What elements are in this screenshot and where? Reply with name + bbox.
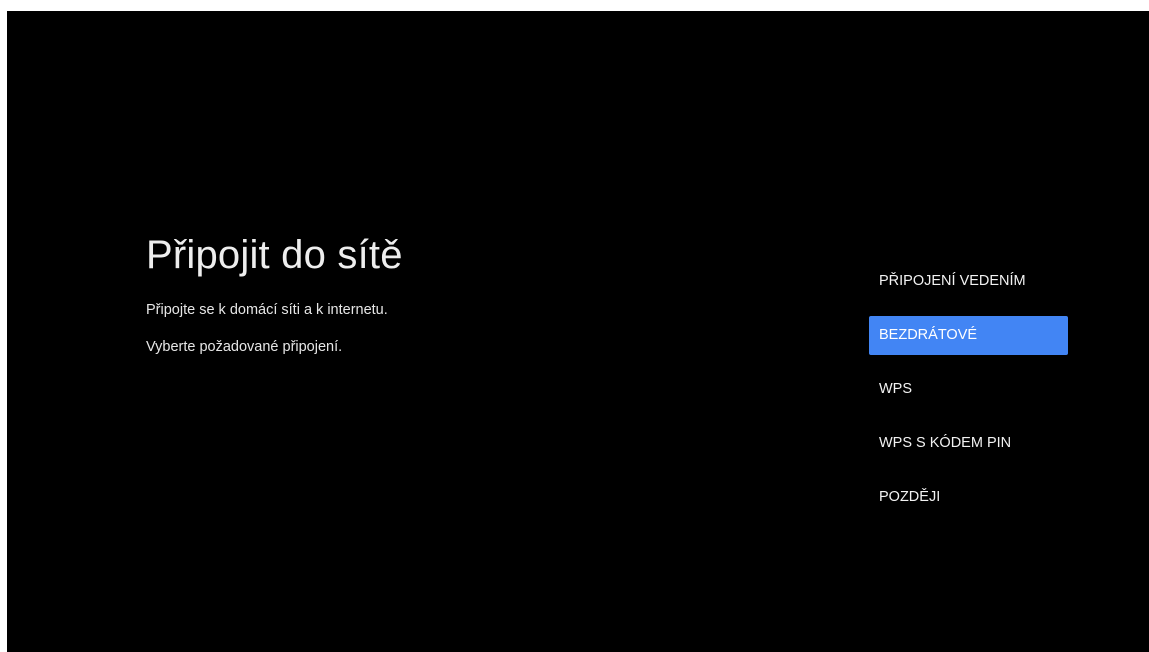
description-text: Připojte se k domácí síti a k internetu. <box>146 302 388 318</box>
option-later[interactable]: POZDĚJI <box>869 478 1068 517</box>
option-wps[interactable]: WPS <box>869 370 1068 409</box>
option-wired-connection[interactable]: PŘIPOJENÍ VEDENÍM <box>869 262 1068 301</box>
instruction-text: Vyberte požadované připojení. <box>146 339 343 355</box>
option-wps-pin[interactable]: WPS S KÓDEM PIN <box>869 424 1068 463</box>
option-wireless[interactable]: BEZDRÁTOVÉ <box>869 316 1068 355</box>
setup-screen: Připojit do sítě Připojte se k domácí sí… <box>7 11 1149 652</box>
page-title: Připojit do sítě <box>146 233 403 277</box>
